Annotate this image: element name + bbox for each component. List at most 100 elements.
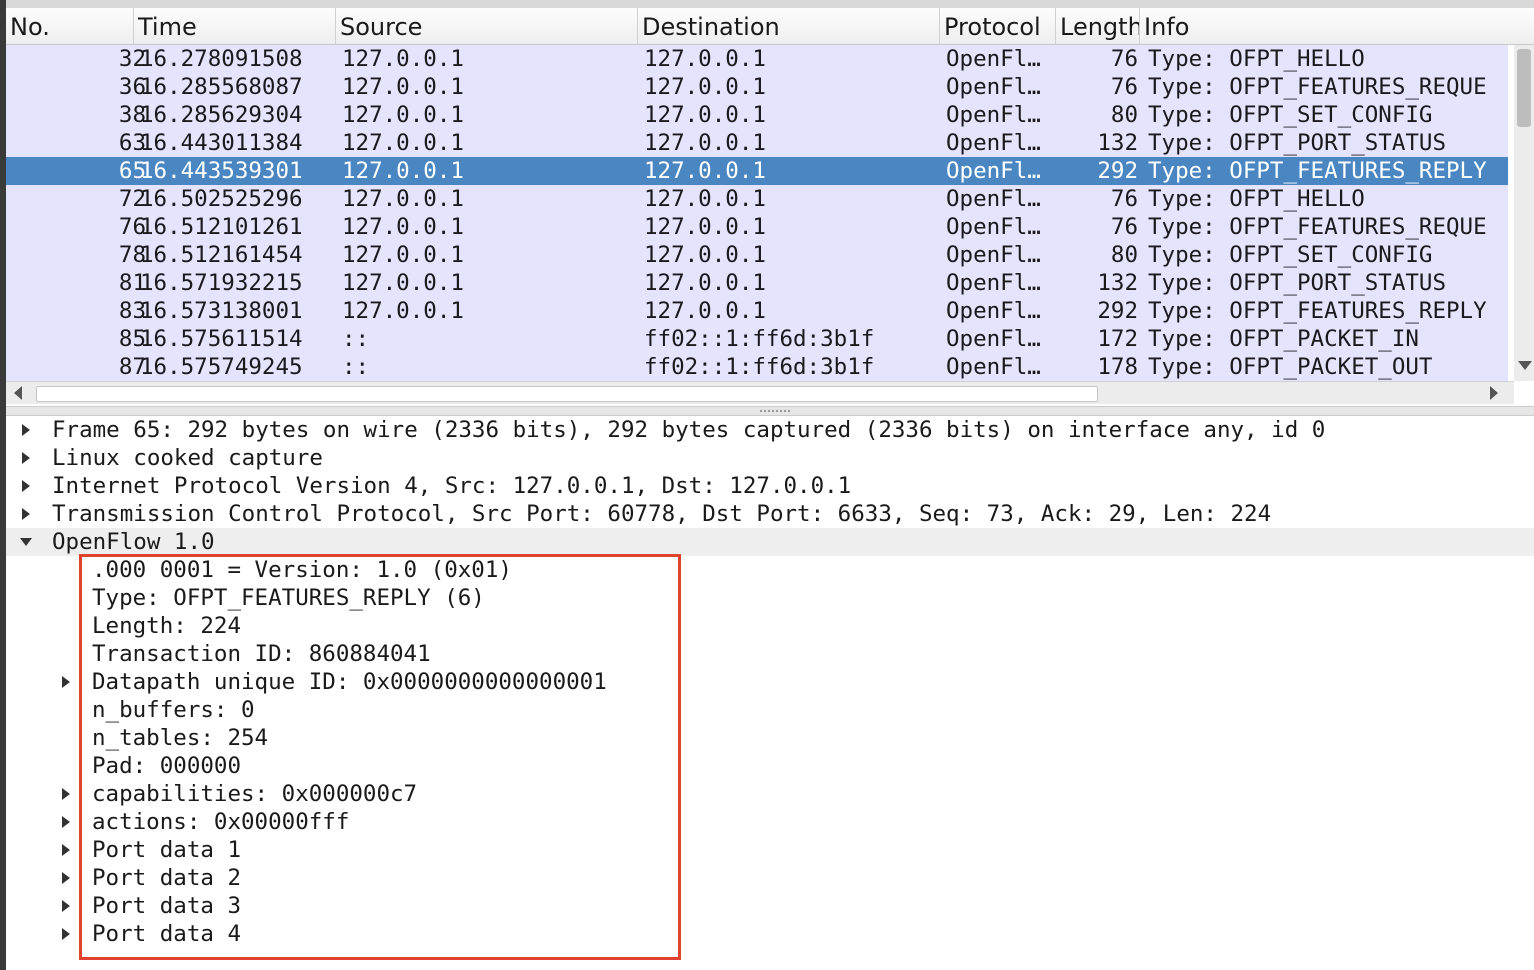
packet-cell-time: 16.575611514 (140, 326, 303, 352)
packet-cell-no: 38 (118, 102, 146, 128)
expand-arrow-icon[interactable] (62, 816, 70, 828)
packet-row[interactable]: 32 16.278091508 127.0.0.1 127.0.0.1 OpenFl… 7… (6, 45, 1508, 73)
packet-cell-time: 16.278091508 (140, 46, 303, 72)
packet-cell-src: 127.0.0.1 (342, 186, 464, 212)
highlight-annotation-box (79, 554, 681, 960)
packet-cell-len: 76 (1110, 46, 1138, 72)
expand-arrow-icon[interactable] (62, 676, 70, 688)
column-header-source[interactable]: Source (336, 8, 638, 44)
splitter-grip-icon[interactable] (760, 410, 790, 414)
packet-cell-no: 72 (118, 186, 146, 212)
packet-cell-time: 16.285629304 (140, 102, 303, 128)
expand-arrow-icon[interactable] (22, 480, 30, 492)
packet-cell-len: 172 (1097, 326, 1138, 352)
packet-cell-proto: OpenFl… (946, 242, 1041, 268)
expand-arrow-icon[interactable] (22, 424, 30, 436)
packet-row[interactable]: 78 16.512161454 127.0.0.1 127.0.0.1 OpenFl… 8… (6, 241, 1508, 269)
packet-list-pane[interactable]: No. Time Source Destination Protocol Len… (6, 8, 1534, 406)
packet-cell-src: 127.0.0.1 (342, 102, 464, 128)
packet-cell-len: 292 (1097, 298, 1138, 324)
expand-arrow-icon[interactable] (22, 452, 30, 464)
scroll-right-arrow-icon[interactable] (1490, 386, 1498, 400)
packet-row[interactable]: 63 16.443011384 127.0.0.1 127.0.0.1 OpenFl… 1… (6, 129, 1508, 157)
column-header-protocol[interactable]: Protocol (940, 8, 1056, 44)
packet-cell-no: 85 (118, 326, 146, 352)
tree-item-ipv4[interactable]: Internet Protocol Version 4, Src: 127.0.… (6, 472, 1534, 500)
packet-cell-no: 83 (118, 298, 146, 324)
packet-cell-len: 80 (1110, 242, 1138, 268)
packet-cell-len: 76 (1110, 214, 1138, 240)
packet-cell-dst: 127.0.0.1 (644, 186, 766, 212)
expand-arrow-icon[interactable] (62, 788, 70, 800)
packet-row[interactable]: 38 16.285629304 127.0.0.1 127.0.0.1 OpenFl… 8… (6, 101, 1508, 129)
column-header-destination[interactable]: Destination (638, 8, 940, 44)
packet-cell-proto: OpenFl… (946, 298, 1041, 324)
packet-cell-time: 16.573138001 (140, 298, 303, 324)
expand-arrow-icon[interactable] (22, 508, 30, 520)
packet-row[interactable]: 83 16.573138001 127.0.0.1 127.0.0.1 OpenFl… 2… (6, 297, 1508, 325)
horizontal-scroll-thumb[interactable] (36, 386, 1098, 402)
packet-cell-info: Type: OFPT_FEATURES_REPLY (1148, 158, 1487, 184)
packet-cell-no: 76 (118, 214, 146, 240)
column-header-info[interactable]: Info (1140, 8, 1534, 44)
expand-arrow-icon[interactable] (62, 872, 70, 884)
packet-cell-no: 63 (118, 130, 146, 156)
packet-cell-info: Type: OFPT_HELLO (1148, 46, 1365, 72)
packet-row[interactable]: 87 16.575749245:: ff02::1:ff6d:3b1f OpenFl…… (6, 353, 1508, 381)
packet-cell-dst: ff02::1:ff6d:3b1f (644, 354, 875, 380)
vertical-scroll-thumb[interactable] (1517, 49, 1531, 127)
tree-item-tcp[interactable]: Transmission Control Protocol, Src Port:… (6, 500, 1534, 528)
tree-item-label: OpenFlow 1.0 (52, 529, 215, 555)
packet-list-horizontal-scrollbar[interactable] (6, 381, 1514, 404)
packet-cell-info: Type: OFPT_HELLO (1148, 186, 1365, 212)
packet-cell-dst: 127.0.0.1 (644, 242, 766, 268)
tree-item-linux-cooked-capture[interactable]: Linux cooked capture (6, 444, 1534, 472)
packet-row[interactable]: 36 16.285568087 127.0.0.1 127.0.0.1 OpenFl… 7… (6, 73, 1508, 101)
packet-cell-dst: 127.0.0.1 (644, 74, 766, 100)
packet-cell-len: 178 (1097, 354, 1138, 380)
pane-splitter[interactable] (6, 406, 1534, 416)
scroll-down-arrow-icon[interactable] (1518, 361, 1532, 370)
tree-item-openflow[interactable]: OpenFlow 1.0 (6, 528, 1534, 556)
packet-row[interactable]: 85 16.575611514:: ff02::1:ff6d:3b1f OpenFl…… (6, 325, 1508, 353)
packet-cell-time: 16.575749245 (140, 354, 303, 380)
packet-cell-proto: OpenFl… (946, 270, 1041, 296)
packet-row-selected[interactable]: 65 16.443539301 127.0.0.1 127.0.0.1 OpenFl… 2… (6, 157, 1508, 185)
expand-arrow-icon[interactable] (62, 900, 70, 912)
packet-cell-len: 80 (1110, 102, 1138, 128)
column-header-length[interactable]: Length (1056, 8, 1140, 44)
collapse-arrow-icon[interactable] (20, 538, 32, 546)
packet-row[interactable]: 76 16.512101261 127.0.0.1 127.0.0.1 OpenFl… 7… (6, 213, 1508, 241)
packet-cell-no: 32 (118, 46, 146, 72)
packet-cell-src: :: (342, 326, 370, 352)
packet-row[interactable]: 72 16.502525296 127.0.0.1 127.0.0.1 OpenFl… 7… (6, 185, 1508, 213)
packet-cell-time: 16.512101261 (140, 214, 303, 240)
packet-cell-src: 127.0.0.1 (342, 158, 464, 184)
expand-arrow-icon[interactable] (62, 844, 70, 856)
expand-arrow-icon[interactable] (62, 928, 70, 940)
packet-cell-dst: 127.0.0.1 (644, 46, 766, 72)
packet-cell-info: Type: OFPT_FEATURES_REPLY (1148, 298, 1487, 324)
packet-cell-dst: ff02::1:ff6d:3b1f (644, 326, 875, 352)
packet-cell-proto: OpenFl… (946, 354, 1041, 380)
packet-cell-src: 127.0.0.1 (342, 214, 464, 240)
scroll-left-arrow-icon[interactable] (14, 386, 22, 400)
packet-cell-proto: OpenFl… (946, 214, 1041, 240)
packet-cell-time: 16.512161454 (140, 242, 303, 268)
packet-cell-src: 127.0.0.1 (342, 46, 464, 72)
packet-cell-len: 76 (1110, 74, 1138, 100)
packet-cell-no: 81 (118, 270, 146, 296)
packet-row[interactable]: 81 16.571932215 127.0.0.1 127.0.0.1 OpenFl… 1… (6, 269, 1508, 297)
column-header-time[interactable]: Time (134, 8, 336, 44)
column-header-no[interactable]: No. (6, 8, 134, 44)
tree-item-frame[interactable]: Frame 65: 292 bytes on wire (2336 bits),… (6, 416, 1534, 444)
packet-cell-info: Type: OFPT_SET_CONFIG (1148, 242, 1433, 268)
packet-cell-info: Type: OFPT_FEATURES_REQUE (1148, 74, 1487, 100)
packet-cell-dst: 127.0.0.1 (644, 298, 766, 324)
window-top-edge (0, 0, 1534, 8)
packet-cell-info: Type: OFPT_PACKET_OUT (1148, 354, 1433, 380)
packet-cell-no: 36 (118, 74, 146, 100)
packet-cell-proto: OpenFl… (946, 46, 1041, 72)
packet-list-vertical-scrollbar[interactable] (1514, 45, 1534, 381)
packet-cell-proto: OpenFl… (946, 102, 1041, 128)
